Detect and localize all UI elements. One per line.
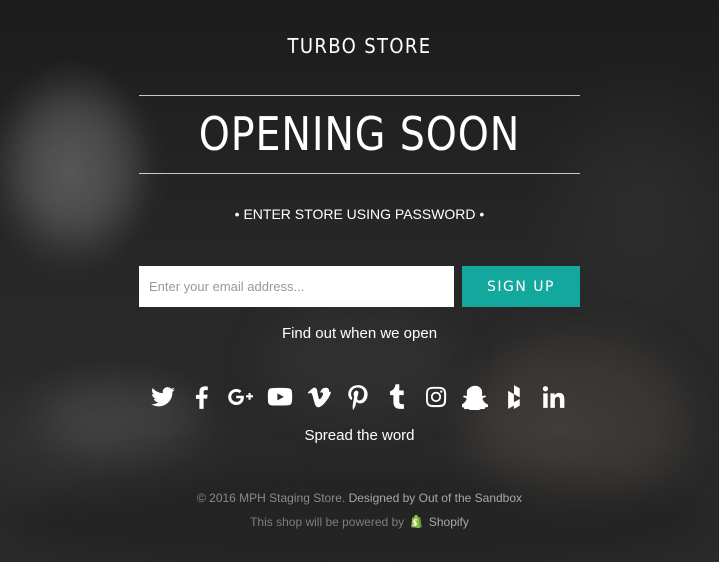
designer-link[interactable]: Designed by Out of the Sandbox [349, 491, 522, 505]
shopify-bag-icon [410, 514, 422, 528]
enter-password-link[interactable]: • ENTER STORE USING PASSWORD • [0, 206, 719, 222]
pinterest-icon[interactable] [345, 383, 371, 411]
linkedin-icon[interactable] [540, 383, 566, 411]
page-title: OPENING SOON [198, 107, 521, 161]
signup-form: SIGN UP [139, 266, 580, 307]
powered-by-text: This shop will be powered by [250, 515, 405, 529]
twitter-icon[interactable] [150, 383, 176, 411]
social-links [150, 383, 566, 411]
facebook-icon[interactable] [189, 383, 215, 411]
social-caption: Spread the word [304, 427, 415, 444]
tumblr-icon[interactable] [384, 383, 410, 411]
houzz-icon[interactable] [501, 383, 527, 411]
youtube-icon[interactable] [267, 383, 293, 411]
signup-note: Find out when we open [281, 325, 438, 342]
snapchat-icon[interactable] [462, 383, 488, 411]
copyright-text: © 2016 MPH Staging Store. [196, 491, 346, 505]
footer-copyright: © 2016 MPH Staging Store. Designed by Ou… [0, 491, 719, 505]
footer-powered-by: This shop will be powered by Shopify [0, 514, 719, 529]
google-plus-icon[interactable] [228, 383, 254, 411]
store-name: TURBO STORE [287, 34, 432, 58]
email-input[interactable] [139, 266, 454, 307]
shopify-link[interactable]: Shopify [429, 515, 469, 529]
sign-up-button[interactable]: SIGN UP [462, 266, 580, 307]
instagram-icon[interactable] [423, 383, 449, 411]
password-page: TURBO STORE OPENING SOON • ENTER STORE U… [0, 0, 719, 562]
vimeo-icon[interactable] [306, 383, 332, 411]
divider-bottom [139, 173, 580, 174]
divider-top [139, 95, 580, 96]
